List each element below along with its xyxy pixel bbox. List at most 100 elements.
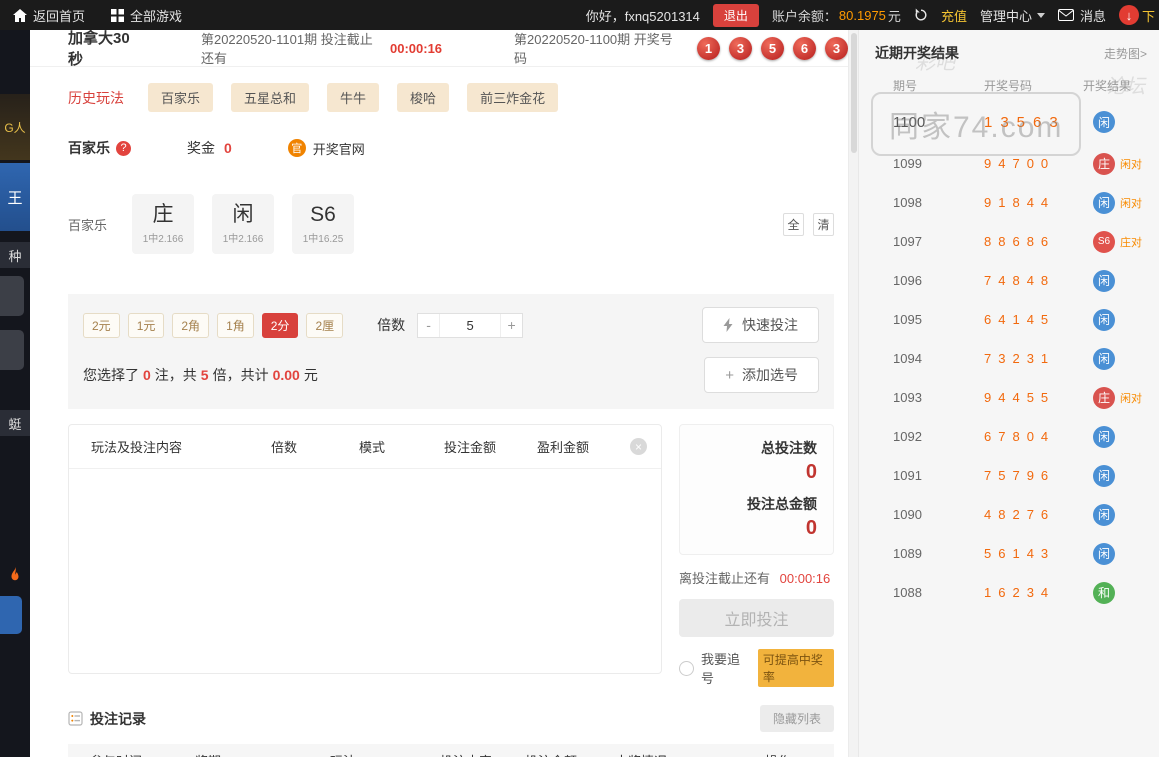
bet-now-button[interactable]: 立即投注 (679, 599, 834, 637)
result-period: 1099 (893, 156, 922, 171)
result-pair-label: 闲对 (1120, 158, 1142, 171)
play-tab[interactable]: 前三炸金花 (467, 83, 559, 112)
result-outcome: 闲 (1079, 308, 1151, 331)
result-digits: 56143 (984, 546, 1056, 561)
result-row: 1097 88686 S6 庄对 (859, 222, 1159, 261)
play-tab[interactable]: 梭哈 (397, 83, 450, 112)
result-outcome: S6 庄对 (1079, 230, 1151, 253)
sidebar-menu-item-fragment[interactable] (0, 330, 24, 370)
chase-checkbox[interactable] (679, 660, 694, 676)
sidebar-menu-item-fragment[interactable]: 种 (0, 242, 30, 268)
amount-unit-button[interactable]: 2厘 (306, 312, 344, 338)
result-period: 1095 (893, 312, 922, 327)
results-table-body: 1100 13563 闲 1099 94700 庄闲对 1098 91844 闲闲对 1097 88… (859, 100, 1159, 612)
result-digits: 13563 (984, 113, 1066, 131)
amount-unit-row: 2元 1元 2角 1角 2分 2厘 倍数 - 5 + 快速投注 (83, 307, 819, 343)
result-digits: 16234 (984, 585, 1056, 600)
result-digits: 94455 (984, 390, 1056, 405)
result-digits: 74848 (984, 273, 1056, 288)
multiplier-plus-button[interactable]: + (501, 314, 522, 337)
total-amount-value: 0 (805, 517, 817, 539)
tab-history-play[interactable]: 历史玩法 (68, 88, 124, 108)
result-period: 1097 (893, 234, 922, 249)
result-digits: 64145 (984, 312, 1056, 327)
app-download-button[interactable]: ↓ 下 (1118, 5, 1155, 25)
amount-unit-button[interactable]: 1元 (127, 312, 165, 338)
records-title: 投注记录 (90, 710, 146, 727)
amount-unit-button[interactable]: 1角 (217, 312, 254, 338)
result-digits: 91844 (984, 195, 1056, 210)
select-all-button[interactable]: 全 (783, 212, 804, 236)
scrollbar-thumb[interactable] (850, 33, 857, 153)
clear-slip-icon[interactable]: × (630, 438, 647, 455)
topbar-user-area: 你好，fxnq5201314 退出 账户余额： 80.1975 元 充值 管理中… (586, 3, 1159, 27)
play-tab[interactable]: 百家乐 (148, 83, 214, 112)
quick-bet-button[interactable]: 快速投注 (702, 307, 819, 343)
play-tab[interactable]: 牛牛 (327, 83, 380, 112)
result-row: 1088 16234 和 (859, 573, 1159, 612)
refresh-balance-icon[interactable] (914, 8, 928, 22)
sidebar-game-banner-fragment[interactable]: 王 (0, 163, 30, 231)
vertical-scrollbar[interactable] (848, 30, 858, 757)
result-row: 1090 48276 闲 (859, 495, 1159, 534)
bet-option-card[interactable]: 闲 1中2.166 (212, 194, 274, 254)
result-row: 1089 56143 闲 (859, 534, 1159, 573)
bet-slip-column-header: 玩法及投注内容 (91, 440, 183, 455)
home-link[interactable]: 返回首页 (0, 0, 98, 30)
trend-chart-link[interactable]: 走势图> (1104, 45, 1147, 62)
result-row: 1098 91844 闲闲对 (859, 183, 1159, 222)
results-col-outcome: 开奖结果 (1083, 79, 1132, 93)
multiplier-value-input[interactable]: 5 (439, 313, 502, 337)
all-games-label: 全部游戏 (130, 8, 183, 24)
hide-list-button[interactable]: 隐藏列表 (759, 705, 834, 732)
add-selection-button[interactable]: + 添加选号 (704, 357, 819, 393)
bet-option-name: S6 (310, 203, 336, 227)
summary-text: 元 (303, 367, 318, 383)
admin-center-menu[interactable]: 管理中心 (980, 6, 1045, 25)
amount-unit-button[interactable]: 2角 (172, 312, 210, 338)
clear-selection-button[interactable]: 清 (813, 212, 834, 236)
results-panel-header: 近期开奖结果 走势图> (859, 43, 1159, 63)
result-outcome: 闲闲对 (1079, 191, 1151, 214)
bet-option-card[interactable]: S6 1中16.25 (292, 194, 354, 254)
amount-unit-button[interactable]: 2元 (83, 312, 120, 338)
bet-stats-box: 总投注数 0 投注总金额 0 (679, 424, 834, 555)
official-badge-icon: 官 (287, 139, 306, 157)
play-tab[interactable]: 五星总和 (231, 83, 310, 112)
total-bets-value: 0 (805, 461, 817, 483)
bet-option-card[interactable]: 庄 1中2.166 (132, 194, 194, 254)
result-outcome: 闲 (1079, 347, 1151, 370)
multiplier-label: 倍数 (377, 317, 406, 333)
official-site-link[interactable]: 开奖官网 (313, 139, 365, 158)
winning-number-ball: 6 (792, 36, 816, 60)
result-outcome: 闲 (1079, 542, 1151, 565)
logout-button[interactable]: 退出 (712, 3, 759, 27)
records-column-header: 投注内容 (440, 751, 525, 757)
messages-link[interactable]: 消息 (1057, 6, 1106, 25)
records-column-header: 中奖情况 (615, 751, 765, 757)
bet-option-name: 庄 (152, 203, 174, 227)
amount-unit-button[interactable]: 2分 (261, 312, 299, 338)
result-badge: 庄 (1093, 386, 1115, 409)
total-amount-label: 投注总金额 (747, 496, 817, 512)
result-outcome: 和 (1079, 581, 1151, 604)
bet-slip-area: 玩法及投注内容 倍数 模式 投注金额 盈利金额 × 总投注数 0 投注总金额 0 离投注截… (68, 424, 834, 687)
bonus-label: 奖金 (187, 140, 215, 156)
result-period: 1089 (893, 546, 922, 561)
all-games-link[interactable]: 全部游戏 (98, 0, 195, 30)
help-icon[interactable]: ? (116, 140, 131, 156)
sidebar-game-banner-fragment[interactable]: G人 (0, 94, 30, 160)
records-column-header: 奖期 (195, 751, 330, 757)
bet-options-row: 百家乐 庄 1中2.166 闲 1中2.166 S6 1中16.25 全 清 (68, 194, 834, 254)
result-period: 1093 (893, 390, 922, 405)
sidebar-menu-item-fragment[interactable] (0, 276, 24, 316)
left-sidebar-clipped: G人 王 种 蜓 (0, 30, 30, 757)
download-icon: ↓ (1118, 5, 1139, 25)
recharge-link[interactable]: 充值 (941, 6, 967, 25)
lightning-icon (723, 318, 733, 332)
sidebar-menu-item-fragment[interactable] (0, 596, 22, 634)
multiplier-minus-button[interactable]: - (418, 314, 439, 337)
summary-times: 5 (200, 367, 209, 383)
results-column-headers: 期号 开奖号码 开奖结果 (859, 63, 1159, 100)
sidebar-menu-item-fragment[interactable]: 蜓 (0, 410, 30, 436)
